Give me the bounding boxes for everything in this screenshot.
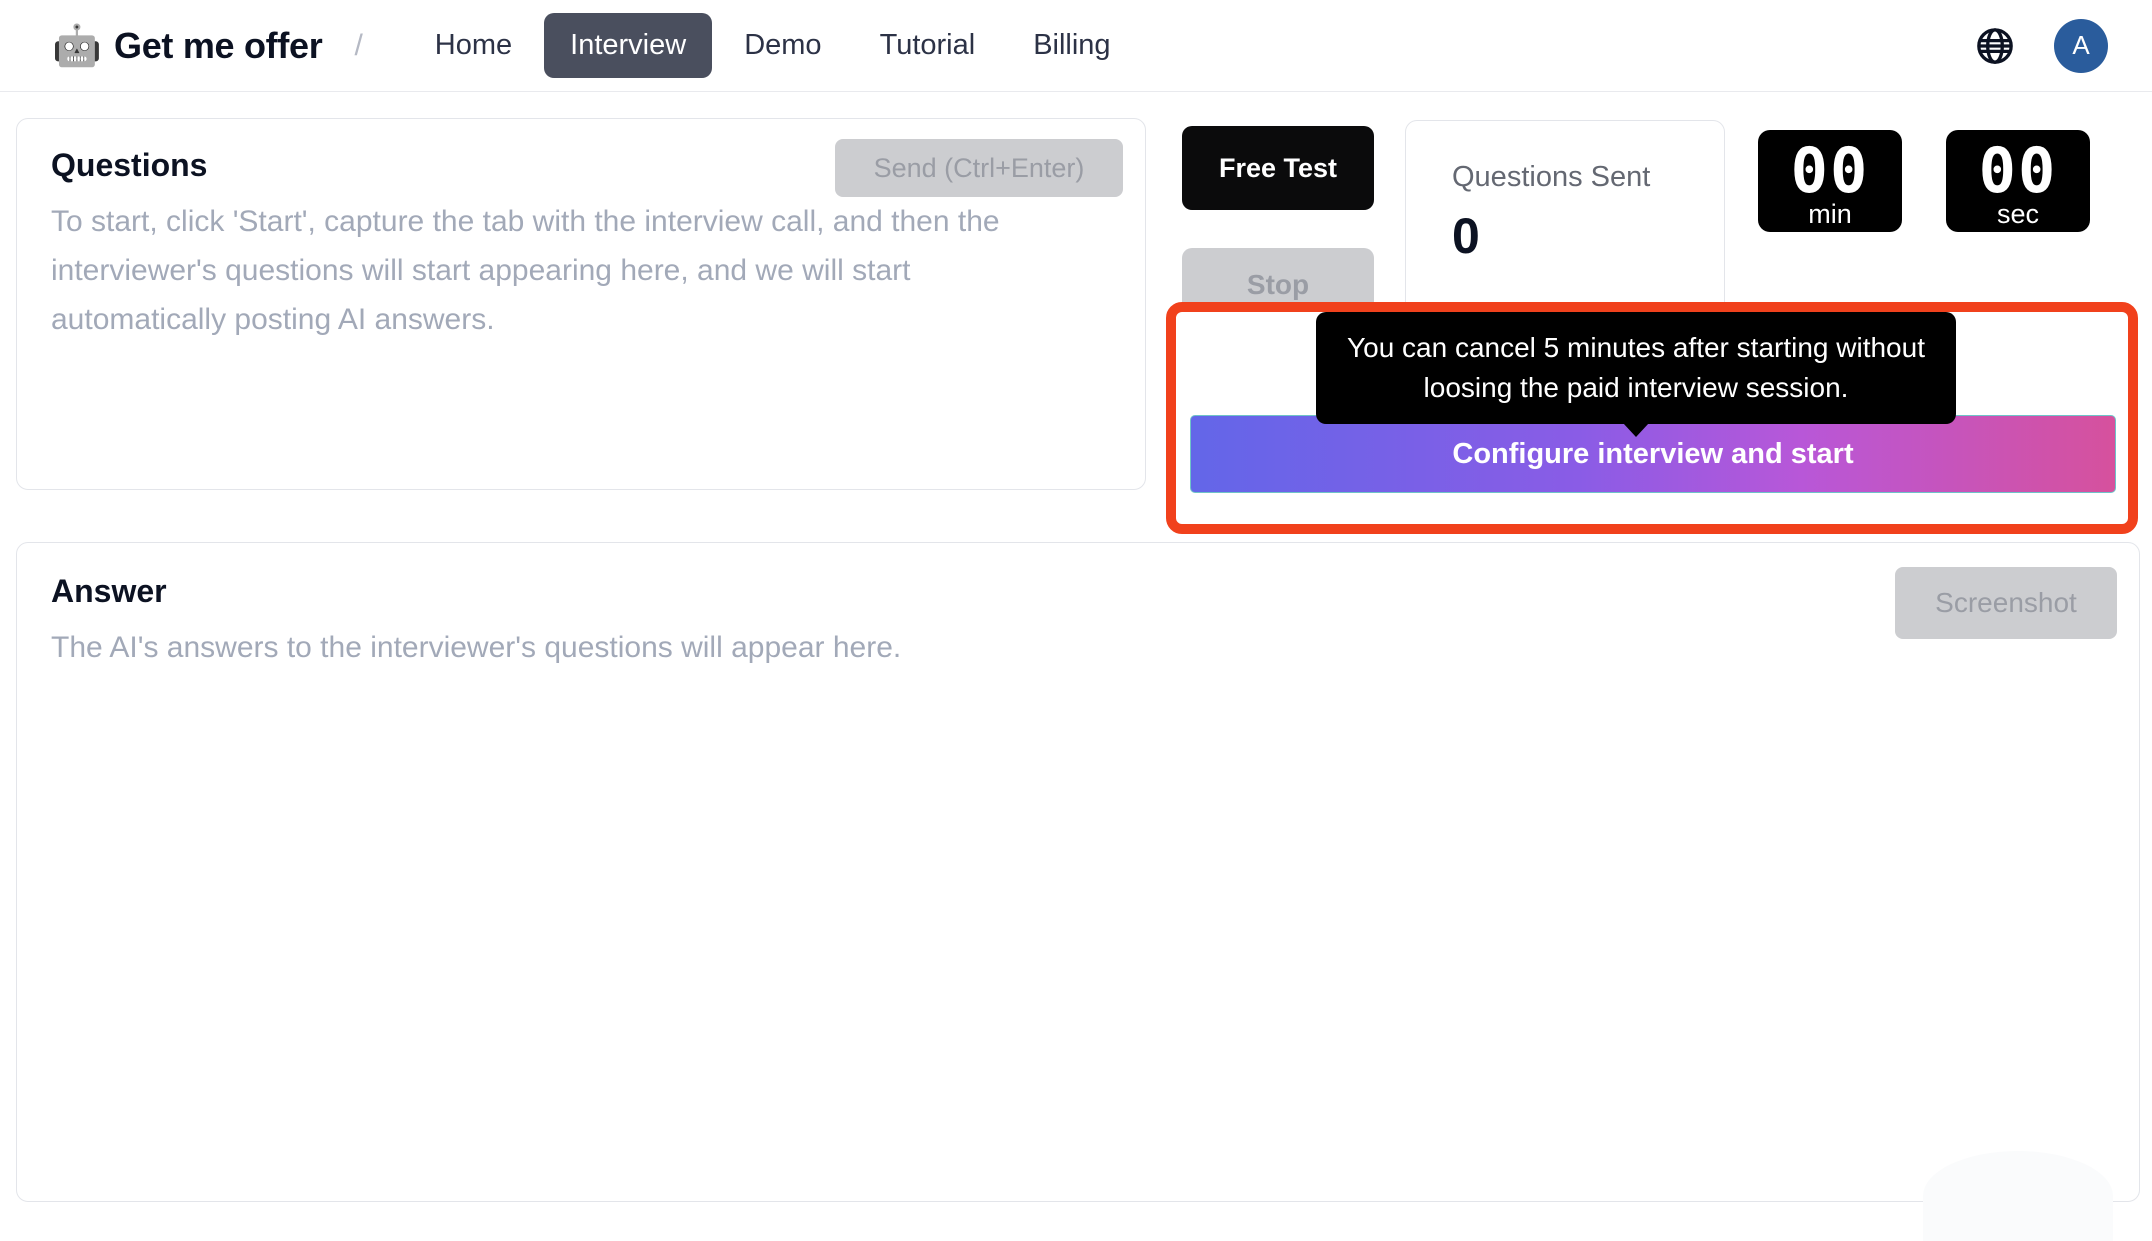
timer-seconds: 00 sec (1946, 130, 2090, 232)
answer-panel: Answer Screenshot The AI's answers to th… (16, 542, 2140, 1241)
globe-icon[interactable] (1976, 27, 2014, 65)
timer-minutes-unit: min (1808, 199, 1852, 229)
nav-link-interview[interactable]: Interview (544, 13, 713, 78)
questions-sent-label: Questions Sent (1452, 161, 1651, 193)
brand[interactable]: 🤖 Get me offer / (52, 22, 363, 70)
cancel-policy-tooltip: You can cancel 5 minutes after starting … (1316, 312, 1956, 437)
timer-seconds-unit: sec (1996, 199, 2040, 229)
nav-links: Home Interview Demo Tutorial Billing (409, 13, 1137, 78)
questions-panel-title: Questions (51, 147, 208, 183)
timer-minutes: 00 min (1758, 130, 1902, 232)
send-button[interactable]: Send (Ctrl+Enter) (835, 139, 1123, 197)
nav-link-tutorial[interactable]: Tutorial (854, 13, 1002, 78)
nav-link-home[interactable]: Home (409, 13, 538, 78)
brand-name: Get me offer (114, 24, 323, 66)
breadcrumb-separator: / (354, 28, 363, 62)
timer-seconds-value: 00 (1978, 134, 2058, 207)
robot-headphones-icon: 🤖 (52, 23, 102, 68)
top-navbar: 🤖 Get me offer / Home Interview Demo Tut… (0, 0, 2152, 92)
decorative-shape (1923, 1151, 2113, 1241)
answer-panel-title: Answer (51, 573, 167, 609)
answer-placeholder-text: The AI's answers to the interviewer's qu… (51, 631, 902, 664)
nav-link-billing[interactable]: Billing (1007, 13, 1136, 78)
questions-placeholder-text: To start, click 'Start', capture the tab… (51, 205, 1000, 336)
nav-right-actions: A (1976, 18, 2108, 73)
questions-sent-card: Questions Sent 0 (1405, 120, 1725, 320)
configure-interview-and-start-button[interactable]: Configure interview and start (1190, 415, 2116, 493)
questions-panel: Questions Send (Ctrl+Enter) To start, cl… (16, 118, 1146, 490)
nav-link-demo[interactable]: Demo (718, 13, 847, 78)
screenshot-button[interactable]: Screenshot (1895, 567, 2117, 639)
free-test-button[interactable]: Free Test (1182, 126, 1374, 210)
timer-minutes-value: 00 (1790, 134, 1870, 207)
avatar[interactable]: A (2054, 18, 2108, 73)
questions-sent-value: 0 (1452, 208, 1480, 264)
